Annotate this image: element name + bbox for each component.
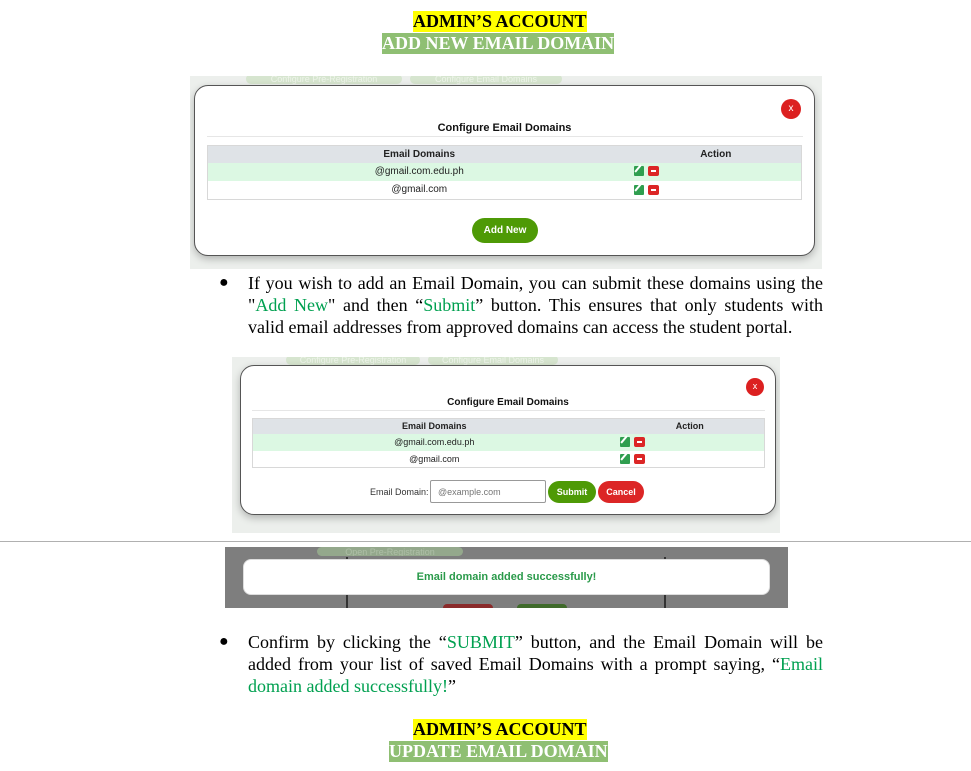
- add-new-reference: Add New: [255, 295, 328, 315]
- heading-add-new-email-domain: ADD NEW EMAIL DOMAIN: [382, 33, 615, 54]
- add-new-button[interactable]: Add New: [472, 218, 538, 243]
- divider: [252, 410, 765, 411]
- modal-title: Configure Email Domains: [437, 122, 572, 134]
- screenshot-add-domain-form: Configure Pre-Registration Configure Ema…: [232, 357, 780, 533]
- submit-reference: SUBMIT: [446, 632, 515, 652]
- background-button: Configure Email Domains: [410, 76, 562, 84]
- configure-email-domains-modal: x Configure Email Domains Email Domains …: [194, 85, 815, 256]
- email-domains-table: Email Domains Action @gmail.com.edu.ph @…: [207, 145, 802, 200]
- delete-icon[interactable]: [633, 454, 645, 465]
- edit-icon[interactable]: [633, 166, 644, 177]
- table-row: @gmail.com.edu.ph: [252, 433, 765, 451]
- delete-icon[interactable]: [633, 437, 645, 448]
- email-domain-input[interactable]: [430, 480, 546, 503]
- table-row: @gmail.com.edu.ph: [207, 162, 802, 181]
- domain-cell: @gmail.com.edu.ph: [207, 162, 631, 181]
- background-button: Configure Email Domains: [428, 357, 558, 365]
- screenshot-success-toast: Open Pre-Registration Email domain added…: [225, 547, 788, 608]
- domain-cell: @gmail.com: [391, 184, 448, 196]
- submit-button[interactable]: Submit: [548, 481, 596, 503]
- edit-icon[interactable]: [619, 437, 630, 448]
- paragraph-confirm-instructions: Confirm by clicking the “SUBMIT” button,…: [248, 632, 823, 696]
- background-button: Configure Pre-Registration: [246, 76, 402, 84]
- bullet: ●: [219, 633, 229, 650]
- table-row: @gmail.com: [208, 181, 802, 200]
- edit-icon[interactable]: [633, 184, 644, 195]
- email-domains-table: Email Domains Action @gmail.com.edu.ph @…: [252, 418, 765, 468]
- domain-cell: @gmail.com.edu.ph: [252, 433, 616, 451]
- delete-icon[interactable]: [647, 166, 659, 177]
- table-row: @gmail.com: [253, 451, 765, 468]
- background-button: Configure Pre-Registration: [286, 357, 420, 365]
- paragraph-add-domain-instructions: If you wish to add an Email Domain, you …: [248, 273, 823, 337]
- submit-reference: Submit: [423, 295, 476, 315]
- close-button[interactable]: x: [746, 378, 764, 396]
- column-header-email-domains: Email Domains: [252, 418, 616, 434]
- heading-admins-account-top: ADMIN’S ACCOUNT: [413, 11, 587, 32]
- email-domain-label: Email Domain:: [370, 487, 429, 497]
- cancel-button[interactable]: Cancel: [598, 481, 644, 503]
- page-divider: [0, 541, 971, 542]
- heading-update-email-domain: UPDATE EMAIL DOMAIN: [389, 741, 608, 762]
- column-header-action: Action: [615, 418, 765, 434]
- configure-email-domains-modal: x Configure Email Domains Email Domains …: [240, 365, 776, 515]
- edit-icon[interactable]: [619, 454, 630, 465]
- column-header-email-domains: Email Domains: [207, 145, 631, 163]
- domain-cell: @gmail.com: [409, 453, 460, 464]
- divider: [207, 136, 803, 137]
- heading-admins-account-bottom: ADMIN’S ACCOUNT: [413, 719, 587, 740]
- modal-title: Configure Email Domains: [447, 397, 569, 408]
- delete-icon[interactable]: [647, 184, 659, 195]
- close-button[interactable]: x: [781, 99, 801, 119]
- success-toast: Email domain added successfully!: [243, 559, 770, 595]
- background-button: Open Pre-Registration: [317, 547, 463, 556]
- bullet: ●: [219, 274, 229, 291]
- screenshot-configure-domains: Configure Pre-Registration Configure Ema…: [190, 76, 822, 269]
- column-header-action: Action: [630, 145, 802, 163]
